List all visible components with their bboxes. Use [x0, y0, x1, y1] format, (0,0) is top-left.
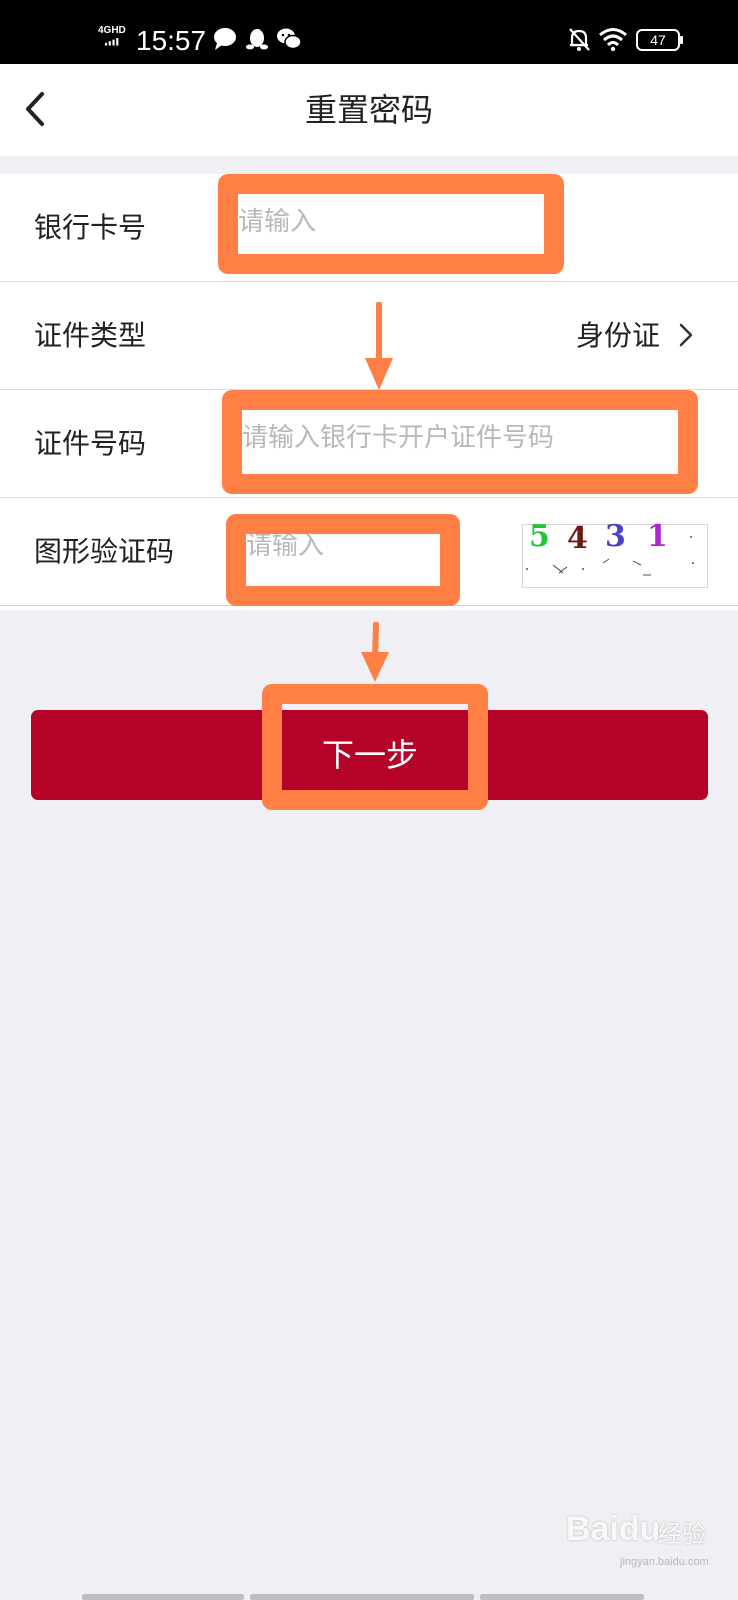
- down-arrow-icon: [361, 622, 389, 682]
- page-title: 重置密码: [304, 91, 433, 129]
- chevron-left-icon: [26, 92, 44, 126]
- battery-level: 47: [650, 32, 666, 48]
- card-number-input[interactable]: [238, 196, 530, 248]
- captcha-input[interactable]: [246, 520, 426, 572]
- network-type: 4GHD: [98, 25, 126, 36]
- id-number-input[interactable]: [242, 412, 660, 464]
- captcha-digit: 3: [605, 519, 626, 554]
- id-type-label: 证件类型: [34, 319, 147, 352]
- captcha-image[interactable]: 5 4 3 1: [522, 519, 708, 588]
- bell-off-icon: [569, 28, 590, 51]
- id-type-row[interactable]: 证件类型 身份证: [0, 282, 738, 390]
- watermark-logo: Baidu: [566, 1510, 661, 1548]
- indicator-bar: [82, 1594, 244, 1600]
- id-type-value: 身份证: [575, 319, 660, 352]
- status-bar: 4GHD 15:57 47: [0, 0, 738, 64]
- watermark-cn: 经验: [658, 1520, 706, 1548]
- captcha-digit: 1: [647, 519, 668, 554]
- bottom-indicator: [82, 1594, 662, 1600]
- chat-bubble-icon: [214, 28, 236, 50]
- watermark-url: jingyan.baidu.com: [620, 1556, 709, 1568]
- wechat-icon: [277, 28, 302, 50]
- clock: 15:57: [136, 25, 207, 56]
- captcha-digit: 4: [567, 521, 588, 556]
- back-button[interactable]: [16, 86, 62, 132]
- chevron-right-icon: [679, 323, 693, 347]
- header: 重置密码: [0, 64, 738, 156]
- wifi-icon: [599, 28, 627, 52]
- id-number-label: 证件号码: [34, 427, 147, 460]
- indicator-bar: [250, 1594, 474, 1600]
- next-button-label: 下一步: [321, 736, 418, 774]
- qq-penguin-icon: [246, 29, 268, 50]
- signal-icon: [104, 38, 119, 46]
- indicator-bar: [480, 1594, 644, 1600]
- captcha-digit: 5: [529, 519, 550, 554]
- card-number-row: 银行卡号: [0, 174, 738, 282]
- card-number-label: 银行卡号: [34, 211, 147, 244]
- captcha-label: 图形验证码: [34, 535, 175, 568]
- id-number-row: 证件号码: [0, 390, 738, 498]
